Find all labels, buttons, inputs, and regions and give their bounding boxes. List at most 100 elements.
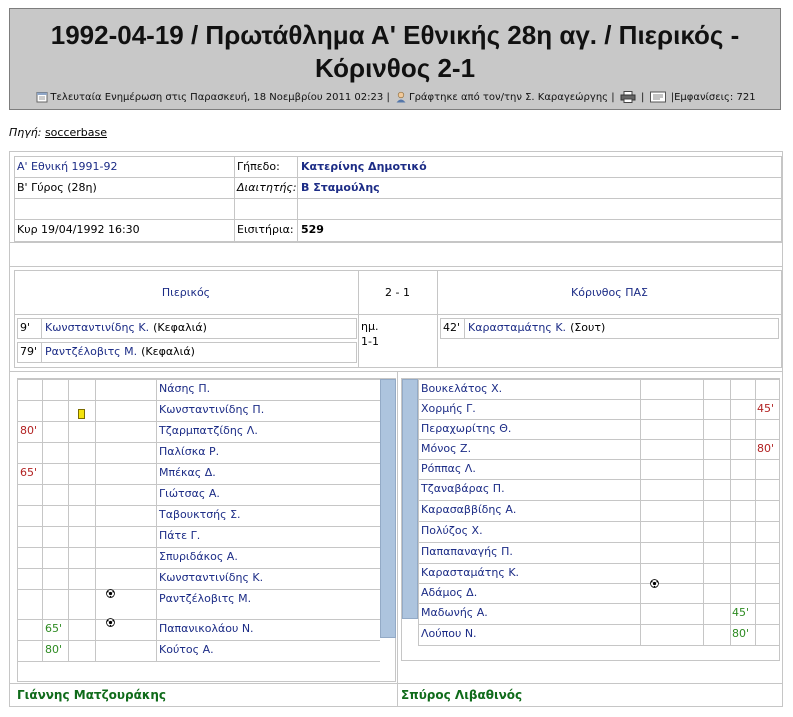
divider (703, 399, 704, 419)
divider (437, 270, 438, 368)
printer-icon[interactable] (620, 91, 636, 103)
divider (640, 521, 641, 542)
goal-scorer-name[interactable]: Ραντζέλοβιτς Μ. (45, 345, 137, 358)
player-name[interactable]: Καρασαββίδης Α. (421, 503, 516, 517)
player-name[interactable]: Αδάμος Δ. (421, 586, 477, 600)
stadium[interactable]: Κατερίνης Δημοτικό (301, 160, 427, 174)
player-name[interactable]: Λούπου Ν. (421, 627, 477, 641)
divider (755, 439, 756, 459)
divider (17, 442, 380, 443)
match-datetime: Κυρ 19/04/1992 16:30 (17, 223, 140, 236)
player-name[interactable]: Πολύζος Χ. (421, 524, 483, 538)
goal-scorer-name[interactable]: Κωνσταντινίδης Κ. (45, 321, 149, 334)
divider (703, 624, 704, 645)
player-name[interactable]: Βουκελάτος Χ. (421, 382, 502, 396)
player-name[interactable]: Παπαπαναγής Π. (421, 545, 513, 559)
divider (68, 421, 69, 442)
divider (640, 459, 641, 479)
divider (730, 379, 731, 399)
divider (755, 583, 756, 603)
divider (703, 583, 704, 603)
divider (730, 459, 731, 479)
divider (640, 500, 641, 521)
author: Γράφτηκε από τον/την Σ. Καραγεώργης (409, 92, 609, 103)
player-name[interactable]: Μόνος Ζ. (421, 442, 471, 456)
home-coach[interactable]: Γιάννης Ματζουράκης (17, 688, 166, 702)
divider (640, 603, 641, 624)
divider (418, 521, 419, 542)
divider (156, 379, 157, 400)
divider (41, 318, 42, 339)
divider (156, 547, 157, 568)
referee-label: Διαιτητής: (237, 181, 297, 194)
divider (42, 589, 43, 619)
divider (297, 156, 298, 242)
player-name[interactable]: Κωνσταντινίδης Π. (159, 403, 264, 417)
divider (68, 589, 69, 619)
divider (755, 563, 756, 583)
sub-in-minute: 65' (45, 622, 63, 635)
divider (730, 624, 731, 645)
last-updated: Τελευταία Ενημέρωση στις Παρασκευή, 18 Ν… (50, 92, 384, 103)
divider (68, 463, 69, 484)
player-name[interactable]: Τζαρμπατζίδης Λ. (159, 424, 258, 438)
divider (156, 442, 157, 463)
divider (703, 459, 704, 479)
divider (42, 619, 43, 640)
divider (95, 568, 96, 589)
player-name[interactable]: Χορμής Γ. (421, 402, 476, 416)
player-name[interactable]: Ταβουκτσής Σ. (159, 508, 241, 522)
email-icon[interactable] (649, 91, 666, 103)
player-name[interactable]: Γιώτσας Α. (159, 487, 220, 501)
divider (17, 547, 380, 548)
goal-type: (Κεφαλιά) (153, 321, 207, 334)
divider (42, 526, 43, 547)
divider (755, 459, 756, 479)
divider (755, 542, 756, 563)
away-team[interactable]: Κόρινθος ΠΑΣ (437, 286, 782, 300)
divider (156, 484, 157, 505)
divider (418, 603, 419, 624)
player-name[interactable]: Ρόππας Λ. (421, 462, 476, 476)
away-lineup-scrollbar[interactable] (402, 379, 418, 619)
divider (14, 219, 782, 220)
player-name[interactable]: Τζαναβάρας Π. (421, 482, 505, 496)
player-name[interactable]: Κωνσταντινίδης Κ. (159, 571, 263, 585)
player-name[interactable]: Παλίσκα Ρ. (159, 445, 219, 459)
player-name[interactable]: Μπέκας Δ. (159, 466, 216, 480)
home-team[interactable]: Πιερικός (14, 286, 358, 300)
player-name[interactable]: Παπανικολάου Ν. (159, 622, 254, 636)
player-name[interactable]: Πάτε Γ. (159, 529, 200, 543)
divider (703, 439, 704, 459)
divider (42, 484, 43, 505)
divider (730, 583, 731, 603)
divider (418, 500, 419, 521)
player-name[interactable]: Νάσης Π. (159, 382, 210, 396)
sub-in-minute: 80' (732, 627, 750, 640)
player-name[interactable]: Σπυριδάκος Α. (159, 550, 238, 564)
player-name[interactable]: Περαχωρίτης Θ. (421, 422, 511, 436)
home-lineup-scrollbar[interactable] (380, 379, 396, 638)
divider (42, 505, 43, 526)
divider (418, 583, 779, 584)
separator: | (386, 92, 390, 103)
player-name[interactable]: Ραντζέλοβιτς Μ. (159, 592, 251, 606)
divider (755, 500, 756, 521)
stadium-label: Γήπεδο: (237, 160, 280, 173)
divider (755, 479, 756, 500)
divider (156, 640, 157, 661)
source-link[interactable]: soccerbase (45, 126, 107, 139)
player-name[interactable]: Κούτος Α. (159, 643, 214, 657)
divider (95, 526, 96, 547)
divider (17, 505, 380, 506)
player-name[interactable]: Μαδωνής Α. (421, 606, 488, 620)
divider (17, 463, 380, 464)
divider (755, 379, 756, 399)
player-name[interactable]: Καρασταμάτης Κ. (421, 566, 519, 580)
referee[interactable]: Β Σταμούλης (301, 181, 380, 195)
away-coach[interactable]: Σπύρος Λιβαθινός (401, 688, 522, 702)
divider (418, 563, 779, 564)
goal-scorer-name[interactable]: Καρασταμάτης Κ. (468, 321, 566, 334)
divider (95, 484, 96, 505)
divider (17, 661, 380, 662)
